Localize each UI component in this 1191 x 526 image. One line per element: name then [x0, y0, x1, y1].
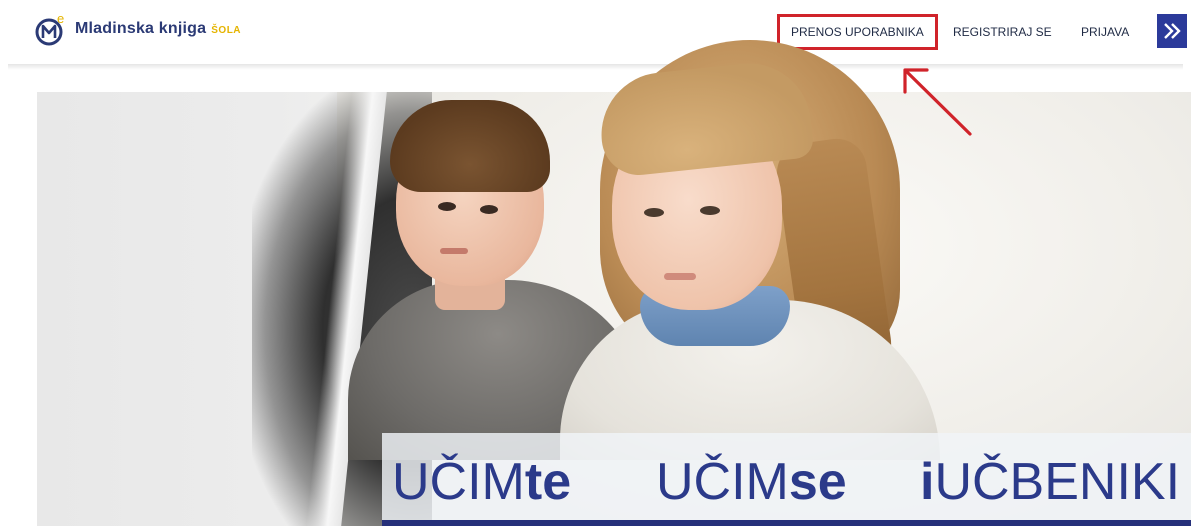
slogan-ucimte: UČIMte — [392, 453, 572, 511]
annotation-arrow-icon — [903, 68, 972, 136]
nav-transfer-user-label: PRENOS UPORABNIKA — [791, 25, 924, 39]
double-chevron-right-icon — [1164, 23, 1181, 39]
nav-transfer-user-link[interactable]: PRENOS UPORABNIKA — [777, 14, 938, 50]
nav-register-link[interactable]: REGISTRIRAJ SE — [953, 14, 1052, 50]
menu-toggle-button[interactable] — [1157, 14, 1187, 48]
mk-logo-icon: e — [33, 11, 71, 46]
boy-figure-eye-right — [480, 205, 498, 214]
girl-figure-eye-right — [700, 206, 720, 215]
slogan-banner-underline — [382, 520, 1191, 526]
site-header: e Mladinska knjiga ŠOLA PRENOS UPORABNIK… — [0, 0, 1191, 66]
svg-text:e: e — [57, 12, 64, 26]
girl-figure-eye-left — [644, 208, 664, 217]
header-shadow — [8, 64, 1183, 70]
boy-figure-hair — [390, 100, 550, 192]
logo-sub-text: ŠOLA — [211, 24, 242, 36]
boy-figure-mouth — [440, 248, 468, 254]
nav-login-label: PRIJAVA — [1081, 25, 1130, 39]
nav-login-link[interactable]: PRIJAVA — [1081, 14, 1129, 50]
slogan-ucimse: UČIMse — [656, 453, 847, 511]
site-logo[interactable]: e Mladinska knjiga ŠOLA — [33, 11, 242, 46]
girl-figure-mouth — [664, 273, 696, 280]
nav-register-label: REGISTRIRAJ SE — [953, 25, 1052, 39]
boy-figure-eye-left — [438, 202, 456, 211]
logo-brand-text: Mladinska knjiga — [75, 20, 207, 37]
slogan-iucbeniki: iUČBENIKI — [920, 453, 1181, 511]
